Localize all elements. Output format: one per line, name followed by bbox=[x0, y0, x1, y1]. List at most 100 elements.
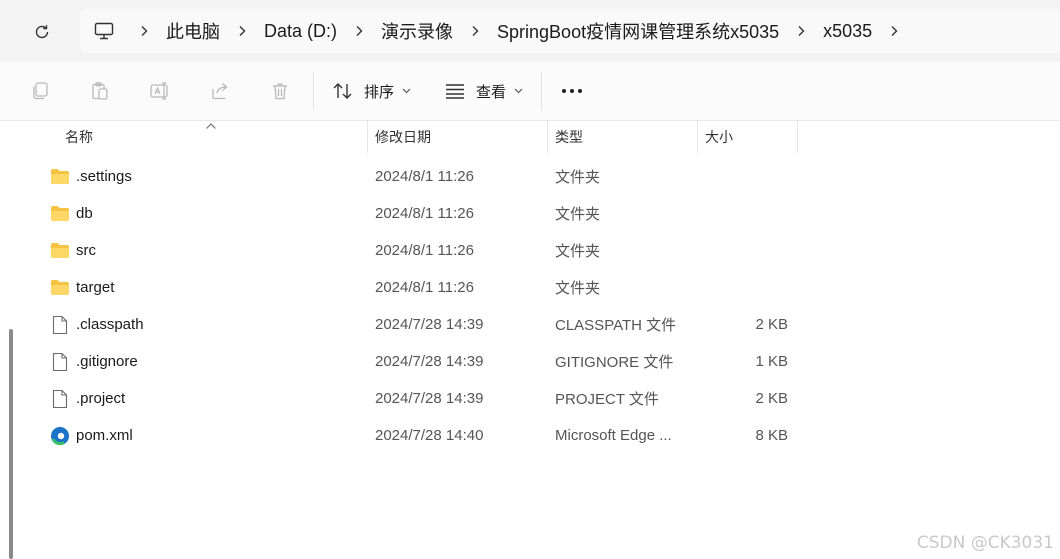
file-row[interactable]: target 2024/8/1 11:26 文件夹 bbox=[44, 269, 804, 306]
file-name: .gitignore bbox=[76, 353, 138, 370]
file-size bbox=[704, 158, 788, 195]
column-type[interactable]: 类型 bbox=[555, 121, 695, 153]
file-modified: 2024/8/1 11:26 bbox=[375, 242, 474, 259]
chevron-right-icon[interactable] bbox=[130, 25, 158, 37]
file-name-cell: db bbox=[50, 195, 360, 232]
file-modified: 2024/8/1 11:26 bbox=[375, 279, 474, 296]
sort-button[interactable]: 排序 bbox=[332, 75, 411, 107]
file-size: 1 KB bbox=[755, 353, 788, 370]
column-size[interactable]: 大小 bbox=[705, 121, 795, 153]
file-modified: 2024/8/1 11:26 bbox=[375, 205, 474, 222]
chevron-down-icon bbox=[514, 88, 523, 94]
paste-button[interactable] bbox=[84, 75, 116, 107]
column-modified[interactable]: 修改日期 bbox=[375, 121, 545, 153]
file-type: Microsoft Edge ... bbox=[555, 427, 672, 444]
file-type: CLASSPATH 文件 bbox=[555, 317, 677, 334]
file-name: target bbox=[76, 279, 115, 296]
breadcrumb-item[interactable]: 演示录像 bbox=[373, 18, 461, 44]
trash-icon bbox=[273, 83, 287, 100]
command-bar: 排序 查看 bbox=[0, 62, 1060, 121]
view-button[interactable]: 查看 bbox=[444, 75, 523, 107]
breadcrumb-item[interactable]: 此电脑 bbox=[158, 18, 228, 44]
view-list-icon bbox=[446, 84, 464, 99]
file-row[interactable]: .gitignore 2024/7/28 14:39 GITIGNORE 文件 1 K… bbox=[44, 343, 804, 380]
breadcrumb-item[interactable]: Data (D:) bbox=[256, 21, 345, 42]
copy-button[interactable] bbox=[24, 75, 56, 107]
watermark: CSDN @CK3031 bbox=[916, 533, 1054, 553]
toolbar-divider bbox=[541, 72, 542, 110]
file-name-cell: .project bbox=[50, 380, 360, 417]
file-row[interactable]: .classpath 2024/7/28 14:39 CLASSPATH 文件 2 K… bbox=[44, 306, 804, 343]
column-divider[interactable] bbox=[697, 121, 698, 153]
file-name: db bbox=[76, 205, 93, 222]
file-row[interactable]: .project 2024/7/28 14:39 PROJECT 文件 2 KB bbox=[44, 380, 804, 417]
address-bar-area: 此电脑 Data (D:) 演示录像 SpringBoot疫情网课管理系统x50… bbox=[0, 0, 1060, 62]
scrollbar-thumb[interactable] bbox=[9, 329, 13, 559]
chevron-right-icon[interactable] bbox=[880, 25, 908, 37]
file-size: 8 KB bbox=[755, 427, 788, 444]
file-name-cell: .classpath bbox=[50, 306, 360, 343]
file-icon bbox=[50, 389, 70, 409]
file-name: pom.xml bbox=[76, 427, 133, 444]
file-modified: 2024/7/28 14:39 bbox=[375, 353, 484, 370]
chevron-right-icon[interactable] bbox=[461, 25, 489, 37]
file-name-cell: pom.xml bbox=[50, 417, 360, 454]
file-icon bbox=[50, 315, 70, 335]
rename-button[interactable] bbox=[144, 75, 176, 107]
rename-icon bbox=[150, 82, 168, 100]
column-divider[interactable] bbox=[797, 121, 798, 153]
column-divider[interactable] bbox=[367, 121, 368, 153]
column-name[interactable]: 名称 bbox=[65, 121, 365, 153]
file-modified: 2024/8/1 11:26 bbox=[375, 168, 474, 185]
file-size bbox=[704, 269, 788, 306]
file-icon bbox=[50, 352, 70, 372]
chevron-right-icon[interactable] bbox=[787, 25, 815, 37]
file-type: 文件夹 bbox=[555, 243, 601, 260]
breadcrumb: 此电脑 Data (D:) 演示录像 SpringBoot疫情网课管理系统x50… bbox=[130, 18, 908, 44]
address-bar[interactable]: 此电脑 Data (D:) 演示录像 SpringBoot疫情网课管理系统x50… bbox=[80, 9, 1060, 53]
share-button[interactable] bbox=[204, 75, 236, 107]
file-row[interactable]: .settings 2024/8/1 11:26 文件夹 bbox=[44, 158, 804, 195]
file-size bbox=[704, 232, 788, 269]
chevron-right-icon[interactable] bbox=[345, 25, 373, 37]
file-name-cell: src bbox=[50, 232, 360, 269]
breadcrumb-item[interactable]: SpringBoot疫情网课管理系统x5035 bbox=[489, 18, 787, 44]
breadcrumb-item[interactable]: x5035 bbox=[815, 21, 880, 42]
folder-icon bbox=[50, 167, 70, 187]
refresh-button[interactable] bbox=[24, 14, 60, 50]
computer-icon[interactable] bbox=[94, 22, 124, 40]
delete-button[interactable] bbox=[264, 75, 296, 107]
sort-label: 排序 bbox=[364, 83, 395, 101]
file-name-cell: .gitignore bbox=[50, 343, 360, 380]
column-header: 名称 修改日期 类型 大小 bbox=[0, 121, 1060, 153]
file-row[interactable]: db 2024/8/1 11:26 文件夹 bbox=[44, 195, 804, 232]
file-size: 2 KB bbox=[755, 390, 788, 407]
toolbar-divider bbox=[313, 72, 314, 110]
file-modified: 2024/7/28 14:40 bbox=[375, 427, 484, 444]
file-list: 名称 修改日期 类型 大小 .settings 2024/8/1 11:26 文件夹… bbox=[0, 121, 1060, 559]
file-size: 2 KB bbox=[755, 316, 788, 333]
file-name: .classpath bbox=[76, 316, 144, 333]
more-options-button[interactable] bbox=[556, 75, 588, 107]
file-name: src bbox=[76, 242, 96, 259]
folder-icon bbox=[50, 204, 70, 224]
file-size bbox=[704, 195, 788, 232]
folder-icon bbox=[50, 278, 70, 298]
folder-icon bbox=[50, 241, 70, 261]
file-name: .project bbox=[76, 390, 126, 407]
paste-icon bbox=[92, 82, 108, 100]
file-type: 文件夹 bbox=[555, 169, 601, 186]
file-name: .settings bbox=[76, 168, 132, 185]
file-type: 文件夹 bbox=[555, 206, 601, 223]
file-type: 文件夹 bbox=[555, 280, 601, 297]
file-modified: 2024/7/28 14:39 bbox=[375, 316, 484, 333]
sort-icon bbox=[333, 83, 352, 99]
file-row[interactable]: src 2024/8/1 11:26 文件夹 bbox=[44, 232, 804, 269]
chevron-right-icon[interactable] bbox=[228, 25, 256, 37]
file-name-cell: .settings bbox=[50, 158, 360, 195]
refresh-icon bbox=[35, 25, 49, 39]
copy-icon bbox=[33, 82, 48, 100]
column-divider[interactable] bbox=[547, 121, 548, 153]
file-type: GITIGNORE 文件 bbox=[555, 354, 674, 371]
file-row[interactable]: pom.xml 2024/7/28 14:40 Microsoft Edge ...… bbox=[44, 417, 804, 454]
